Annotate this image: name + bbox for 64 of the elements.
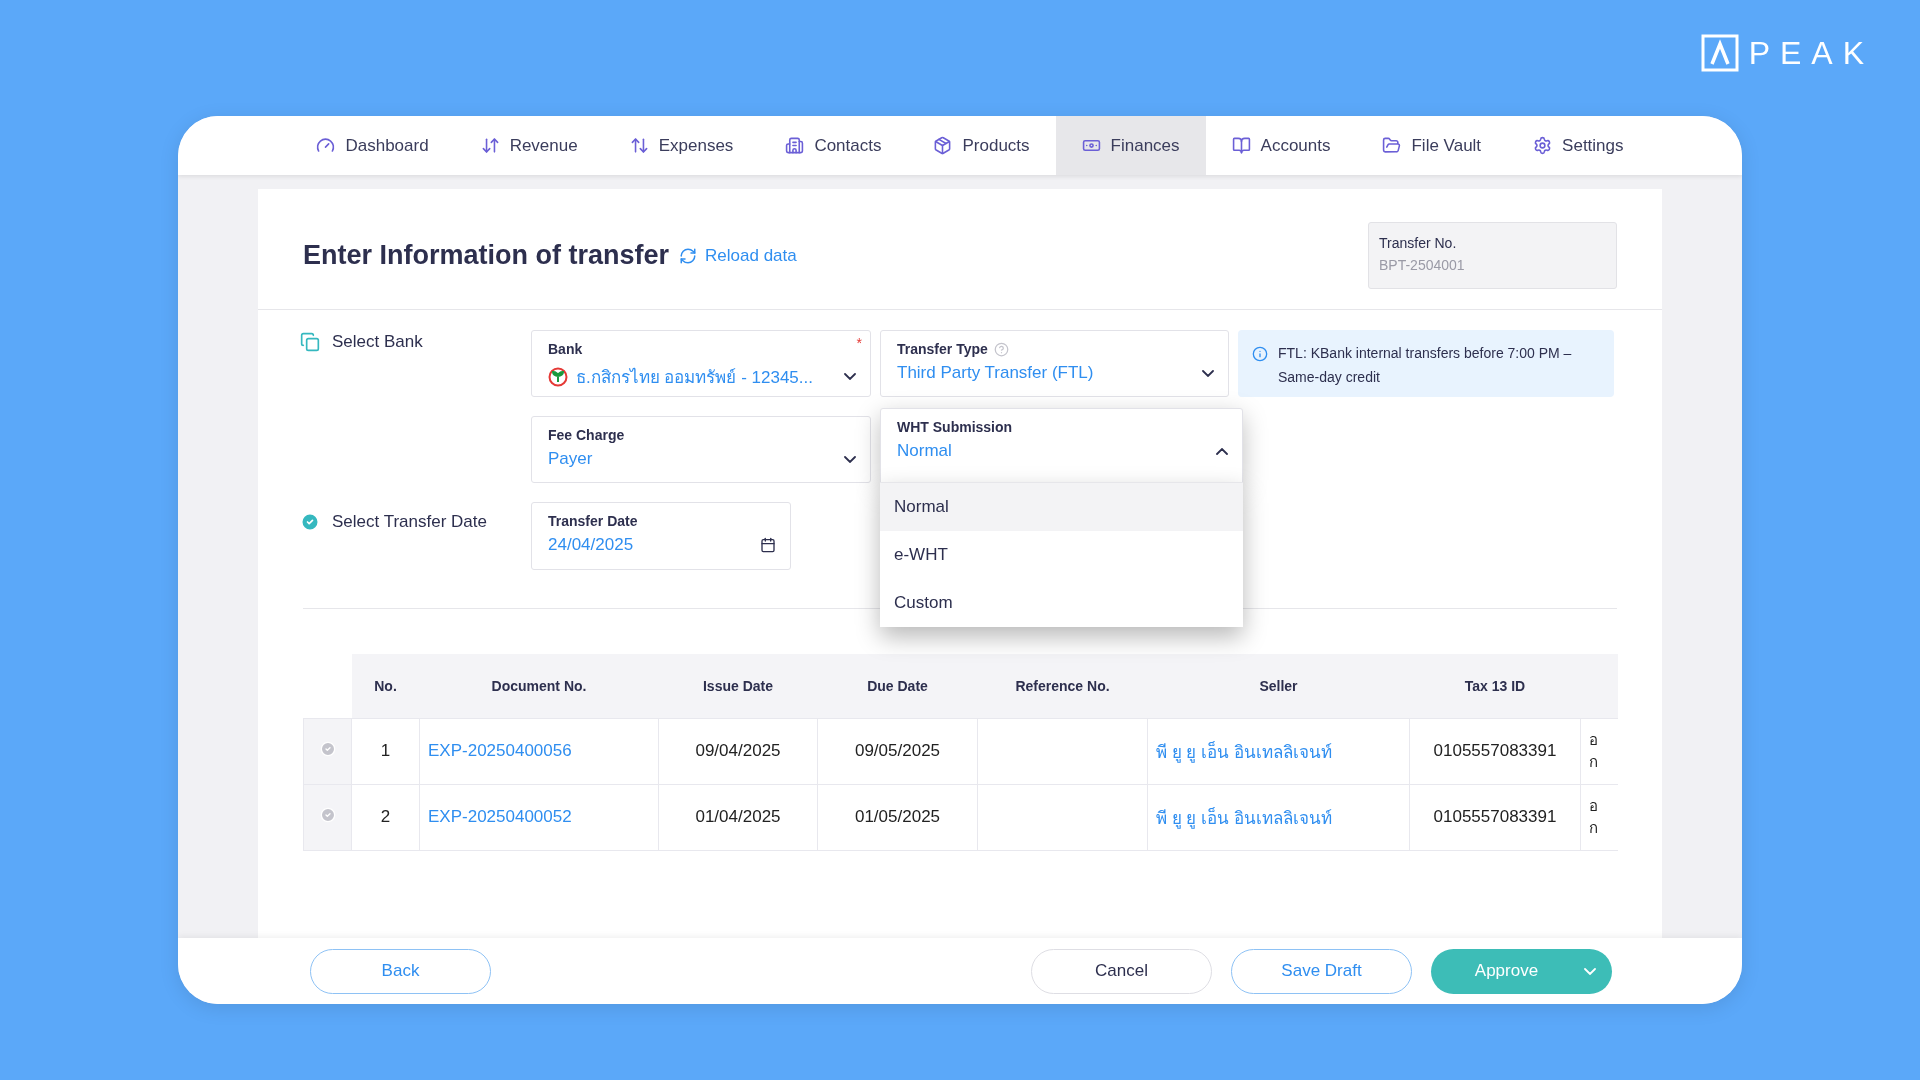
chevron-down-icon bbox=[844, 455, 856, 463]
arrows-icon bbox=[629, 136, 649, 155]
nav-tab[interactable]: File Vault bbox=[1356, 116, 1508, 175]
check-circle-icon[interactable] bbox=[319, 740, 336, 757]
fee-charge-select[interactable]: Fee Charge Payer bbox=[531, 416, 871, 483]
check-circle-icon[interactable] bbox=[319, 806, 336, 823]
dropdown-option[interactable]: Custom bbox=[880, 579, 1243, 627]
dropdown-option[interactable]: e-WHT bbox=[880, 531, 1243, 579]
column-header: Issue Date bbox=[658, 654, 818, 718]
transfer-type-select[interactable]: Transfer Type Third Party Transfer (FTL) bbox=[880, 330, 1229, 397]
logo-icon bbox=[1700, 34, 1739, 72]
column-header: Document No. bbox=[419, 654, 659, 718]
table-cell: 09/05/2025 bbox=[817, 718, 978, 784]
transfer-date-field[interactable]: Transfer Date 24/04/2025 bbox=[531, 502, 791, 570]
copy-icon bbox=[300, 332, 320, 352]
table-cell: อ ก bbox=[1580, 718, 1618, 784]
box-icon bbox=[933, 136, 953, 155]
bank-logo-icon bbox=[548, 366, 568, 387]
nav-tab[interactable]: Settings bbox=[1507, 116, 1650, 175]
arrows-icon bbox=[480, 136, 500, 155]
column-header: Due Date bbox=[817, 654, 978, 718]
chevron-down-icon bbox=[844, 373, 856, 380]
table-cell: 01/04/2025 bbox=[658, 784, 818, 850]
info-icon bbox=[1252, 346, 1268, 362]
column-header: Tax 13 ID bbox=[1409, 654, 1581, 718]
step-label: Select Transfer Date bbox=[332, 512, 487, 532]
page-title: Enter Information of transfer bbox=[303, 240, 670, 271]
nav-tab[interactable]: Dashboard bbox=[290, 116, 455, 175]
nav-tab[interactable]: Finances bbox=[1055, 116, 1206, 175]
dropdown-option[interactable]: Normal bbox=[880, 483, 1243, 531]
nav-tab[interactable]: Revenue bbox=[454, 116, 604, 175]
table-cell: 01/05/2025 bbox=[817, 784, 978, 850]
table-cell: 2 bbox=[351, 784, 420, 850]
table-cell: อ ก bbox=[1580, 784, 1618, 850]
table-cell: 0105557083391 bbox=[1409, 718, 1581, 784]
gauge-icon bbox=[316, 136, 336, 155]
column-header: Reference No. bbox=[977, 654, 1148, 718]
logo-text: PEAK bbox=[1748, 34, 1874, 72]
chevron-down-icon bbox=[1202, 369, 1214, 377]
building-icon bbox=[785, 136, 805, 155]
bank-select[interactable]: * Bank ธ.กสิกรไทย ออมทรัพย์ - 12345... bbox=[531, 330, 871, 397]
info-note: FTL: KBank internal transfers before 7:00 PM – Same-day credit bbox=[1238, 330, 1614, 397]
chevron-down-icon bbox=[1584, 967, 1596, 975]
settings-icon bbox=[1533, 136, 1553, 155]
help-icon bbox=[993, 341, 1009, 357]
nav-tab[interactable]: Contacts bbox=[759, 116, 908, 175]
column-header: Seller bbox=[1147, 654, 1410, 718]
calendar-icon bbox=[760, 537, 776, 553]
nav-tab[interactable]: Products bbox=[907, 116, 1056, 175]
table-cell: 1 bbox=[351, 718, 420, 784]
nav-tab[interactable]: Accounts bbox=[1205, 116, 1357, 175]
transfer-no-field: Transfer No. BPT-2504001 bbox=[1368, 222, 1617, 289]
nav-tab[interactable]: Expenses bbox=[603, 116, 760, 175]
required-mark: * bbox=[856, 335, 862, 351]
table-cell: 09/04/2025 bbox=[658, 718, 818, 784]
step-label: Select Bank bbox=[332, 332, 423, 352]
cancel-button[interactable]: Cancel bbox=[1031, 948, 1212, 994]
chevron-up-icon bbox=[1216, 447, 1228, 455]
refresh-icon bbox=[679, 246, 698, 265]
book-icon bbox=[1231, 136, 1251, 155]
folder-icon bbox=[1382, 136, 1402, 155]
table-cell: 0105557083391 bbox=[1409, 784, 1581, 850]
column-header: No. bbox=[351, 654, 420, 718]
check-circle-icon bbox=[300, 512, 320, 532]
